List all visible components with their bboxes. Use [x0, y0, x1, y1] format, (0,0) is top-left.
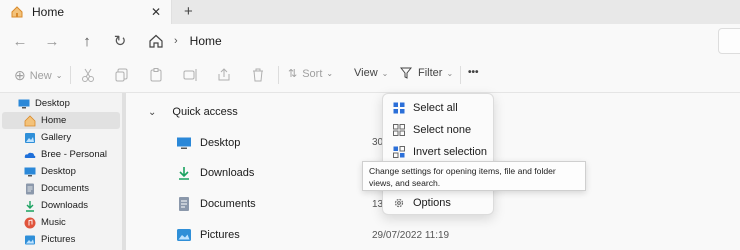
pictures-icon	[25, 235, 35, 244]
divider	[70, 66, 71, 84]
quick-access-header[interactable]: ⌄ Quick access	[148, 106, 238, 118]
menu-item-label: Options	[413, 197, 451, 209]
more-options-menu: Select all Select none Invert selection …	[382, 93, 494, 215]
menu-item-select-all[interactable]: Select all	[389, 97, 487, 119]
sidebar-item-label: Pictures	[41, 234, 76, 245]
menu-item-invert-selection[interactable]: Invert selection	[389, 141, 487, 163]
menu-item-options[interactable]: Options	[389, 192, 487, 214]
new-button[interactable]: ⊕ New ⌄	[14, 67, 62, 84]
paste-icon[interactable]	[148, 67, 164, 83]
up-button[interactable]: ↑	[77, 31, 97, 51]
refresh-button[interactable]: ↻	[110, 31, 130, 51]
filter-icon	[400, 67, 412, 79]
breadcrumb-chevron: ›	[174, 35, 178, 47]
desktop-icon	[177, 137, 191, 149]
sidebar-item-label: Desktop	[35, 98, 70, 109]
chevron-down-icon: ⌄	[148, 106, 157, 118]
divider	[460, 66, 461, 84]
invert-selection-icon	[393, 146, 405, 158]
chevron-down-icon: ⌄	[446, 68, 454, 78]
sidebar-item-label: Documents	[41, 183, 90, 194]
sidebar-item-label: Home	[41, 115, 67, 126]
command-bar: ⊕ New ⌄ ⇅ Sort ⌄ View ⌄ Filter ⌄ •••	[0, 57, 740, 93]
back-button[interactable]: ←	[10, 31, 30, 51]
tab-home[interactable]: Home ✕	[0, 0, 172, 24]
share-icon[interactable]	[216, 67, 232, 83]
sort-icon: ⇅	[288, 68, 298, 80]
gallery-icon	[25, 132, 35, 143]
breadcrumb-home[interactable]: Home	[190, 34, 222, 48]
options-icon	[394, 198, 404, 208]
item-name: Documents	[200, 198, 256, 210]
close-tab-button[interactable]: ✕	[151, 5, 161, 19]
view-button[interactable]: View ⌄	[354, 67, 388, 79]
delete-icon[interactable]	[250, 67, 266, 83]
sidebar-item-label: Desktop	[41, 166, 76, 177]
item-name: Pictures	[200, 229, 240, 241]
sort-label: Sort	[302, 67, 323, 80]
filter-label: Filter	[418, 67, 443, 79]
cut-icon[interactable]	[80, 67, 96, 83]
list-item[interactable]: Downloads	[176, 163, 254, 183]
sidebar-item-desktop-root[interactable]: Desktop	[18, 95, 136, 112]
downloads-icon	[26, 200, 34, 212]
downloads-icon	[179, 167, 189, 180]
select-all-icon	[393, 102, 405, 114]
pictures-icon	[177, 229, 191, 241]
chevron-down-icon: ⌄	[55, 71, 63, 80]
sort-button[interactable]: ⇅ Sort ⌄	[288, 67, 334, 81]
list-item[interactable]: Pictures	[176, 225, 240, 245]
menu-item-label: Invert selection	[413, 146, 487, 158]
menu-item-label: Select all	[413, 102, 458, 114]
address-row: ← → ↑ ↻ › Home	[0, 24, 740, 57]
menu-item-label: Select none	[413, 124, 472, 136]
options-tooltip: Change settings for opening items, file …	[362, 161, 586, 191]
home-icon	[24, 114, 36, 126]
item-date: 29/07/2022 11:19	[372, 230, 450, 241]
divider	[278, 66, 279, 84]
forward-button[interactable]: →	[42, 31, 62, 51]
view-label: View	[354, 67, 378, 79]
home-outline-icon	[149, 34, 163, 48]
sidebar-item-label: Bree - Personal	[41, 149, 108, 160]
new-label: New	[29, 69, 52, 82]
item-name: Downloads	[200, 167, 255, 179]
onedrive-icon	[24, 152, 36, 158]
chevron-down-icon: ⌄	[326, 69, 334, 78]
documents-icon	[26, 183, 34, 194]
search-input[interactable]	[718, 28, 740, 54]
section-title: Quick access	[172, 106, 238, 118]
filter-button[interactable]: Filter ⌄	[400, 67, 453, 79]
plus-icon: ⊕	[14, 67, 26, 83]
rename-icon[interactable]	[182, 67, 198, 83]
item-name: Desktop	[200, 137, 241, 149]
chevron-down-icon: ⌄	[381, 68, 389, 78]
sidebar-item-home[interactable]: Home	[2, 112, 120, 129]
desktop-icon	[24, 167, 36, 176]
copy-icon[interactable]	[114, 67, 130, 83]
list-item[interactable]: Desktop	[176, 133, 240, 153]
sidebar-item-label: Downloads	[41, 200, 88, 211]
menu-item-select-none[interactable]: Select none	[389, 119, 487, 141]
list-item[interactable]: Documents	[176, 194, 256, 214]
sidebar-item-label: Music	[41, 217, 66, 228]
desktop-icon	[18, 99, 30, 108]
documents-icon	[179, 197, 189, 211]
navigation-pane: Desktop Home Gallery Bree - Personal Des…	[0, 93, 126, 250]
sidebar-item-label: Gallery	[41, 132, 72, 143]
new-tab-button[interactable]: +	[184, 3, 193, 20]
home-icon	[11, 6, 23, 18]
more-options-button[interactable]: •••	[468, 67, 479, 78]
tab-title: Home	[32, 5, 65, 19]
tab-bar: Home ✕ +	[0, 0, 740, 24]
address-bar[interactable]: › Home	[140, 28, 706, 54]
music-icon	[24, 217, 36, 228]
select-none-icon	[393, 124, 405, 136]
